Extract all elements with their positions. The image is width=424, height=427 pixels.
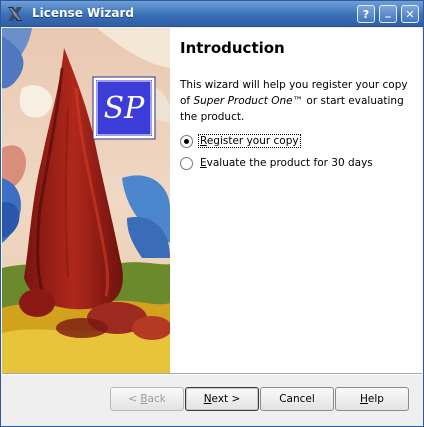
- help-mnemonic: H: [360, 393, 368, 405]
- x-app-icon: [8, 7, 22, 21]
- sp-logo: SP: [103, 90, 145, 126]
- window-title: License Wizard: [32, 6, 134, 20]
- wizard-page: SP Introduction This wizard will help yo…: [2, 28, 422, 373]
- next-label-rest: ext >: [211, 393, 241, 405]
- page-title: Introduction: [180, 39, 285, 57]
- help-button[interactable]: Help: [335, 387, 409, 411]
- cancel-button[interactable]: Cancel: [260, 387, 334, 411]
- minimize-button[interactable]: _: [379, 5, 397, 23]
- evaluate-mnemonic: E: [200, 157, 207, 169]
- cancel-label: Cancel: [279, 393, 315, 405]
- license-wizard-window: License Wizard ? _ ✕ SP Introduction Thi…: [0, 0, 424, 427]
- register-radio-button[interactable]: [180, 134, 193, 148]
- intro-text: This wizard will help you register your …: [180, 77, 416, 125]
- minimize-icon: _: [385, 4, 391, 18]
- register-label-rest: egister your copy: [206, 135, 299, 147]
- help-title-button[interactable]: ?: [357, 5, 375, 23]
- register-option[interactable]: Register your copy: [180, 133, 301, 149]
- back-button[interactable]: < Back: [110, 387, 184, 411]
- question-mark-icon: ?: [362, 7, 370, 21]
- register-option-label[interactable]: Register your copy: [198, 134, 301, 148]
- register-mnemonic: R: [200, 135, 207, 147]
- next-button[interactable]: Next >: [185, 387, 259, 411]
- back-mnemonic: B: [140, 393, 148, 405]
- title-bar[interactable]: License Wizard ? _ ✕: [1, 1, 423, 27]
- radio-selected-dot: [184, 138, 189, 144]
- back-label-rest: ack: [147, 393, 166, 405]
- back-prefix: <: [128, 393, 141, 405]
- wizard-content: Introduction This wizard will help you r…: [170, 28, 422, 373]
- help-label-rest: elp: [367, 393, 384, 405]
- button-bar: < Back Next > Cancel Help: [2, 375, 422, 426]
- close-icon: ✕: [405, 7, 415, 21]
- evaluate-option-label[interactable]: Evaluate the product for 30 days: [199, 157, 374, 169]
- evaluate-radio-button[interactable]: [180, 156, 193, 170]
- evaluate-label-rest: valuate the product for 30 days: [206, 157, 373, 169]
- wizard-side-image: SP: [2, 28, 170, 373]
- evaluate-option[interactable]: Evaluate the product for 30 days: [180, 155, 374, 171]
- product-name: Super Product One™: [193, 95, 304, 107]
- next-mnemonic: N: [203, 393, 212, 405]
- close-button[interactable]: ✕: [401, 5, 419, 23]
